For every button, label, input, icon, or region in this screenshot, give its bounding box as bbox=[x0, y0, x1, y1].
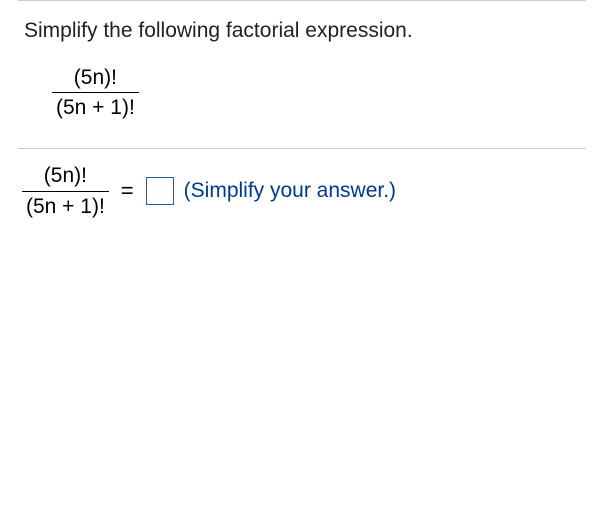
hint-text: (Simplify your answer.) bbox=[184, 179, 396, 203]
expression-fraction: (5n)! (5n + 1)! bbox=[52, 65, 586, 120]
answer-denominator: (5n + 1)! bbox=[22, 191, 109, 219]
answer-input[interactable] bbox=[146, 177, 174, 205]
answer-block: (5n)! (5n + 1)! = (Simplify your answer.… bbox=[0, 149, 604, 236]
answer-fraction: (5n)! (5n + 1)! bbox=[22, 163, 109, 218]
problem-denominator: (5n + 1)! bbox=[52, 92, 139, 120]
equals-sign: = bbox=[121, 178, 134, 204]
problem-numerator: (5n)! bbox=[52, 65, 139, 92]
problem-fraction: (5n)! (5n + 1)! bbox=[52, 65, 139, 120]
answer-numerator: (5n)! bbox=[22, 163, 109, 190]
instruction-text: Simplify the following factorial express… bbox=[24, 19, 586, 43]
question-block: Simplify the following factorial express… bbox=[0, 1, 604, 148]
